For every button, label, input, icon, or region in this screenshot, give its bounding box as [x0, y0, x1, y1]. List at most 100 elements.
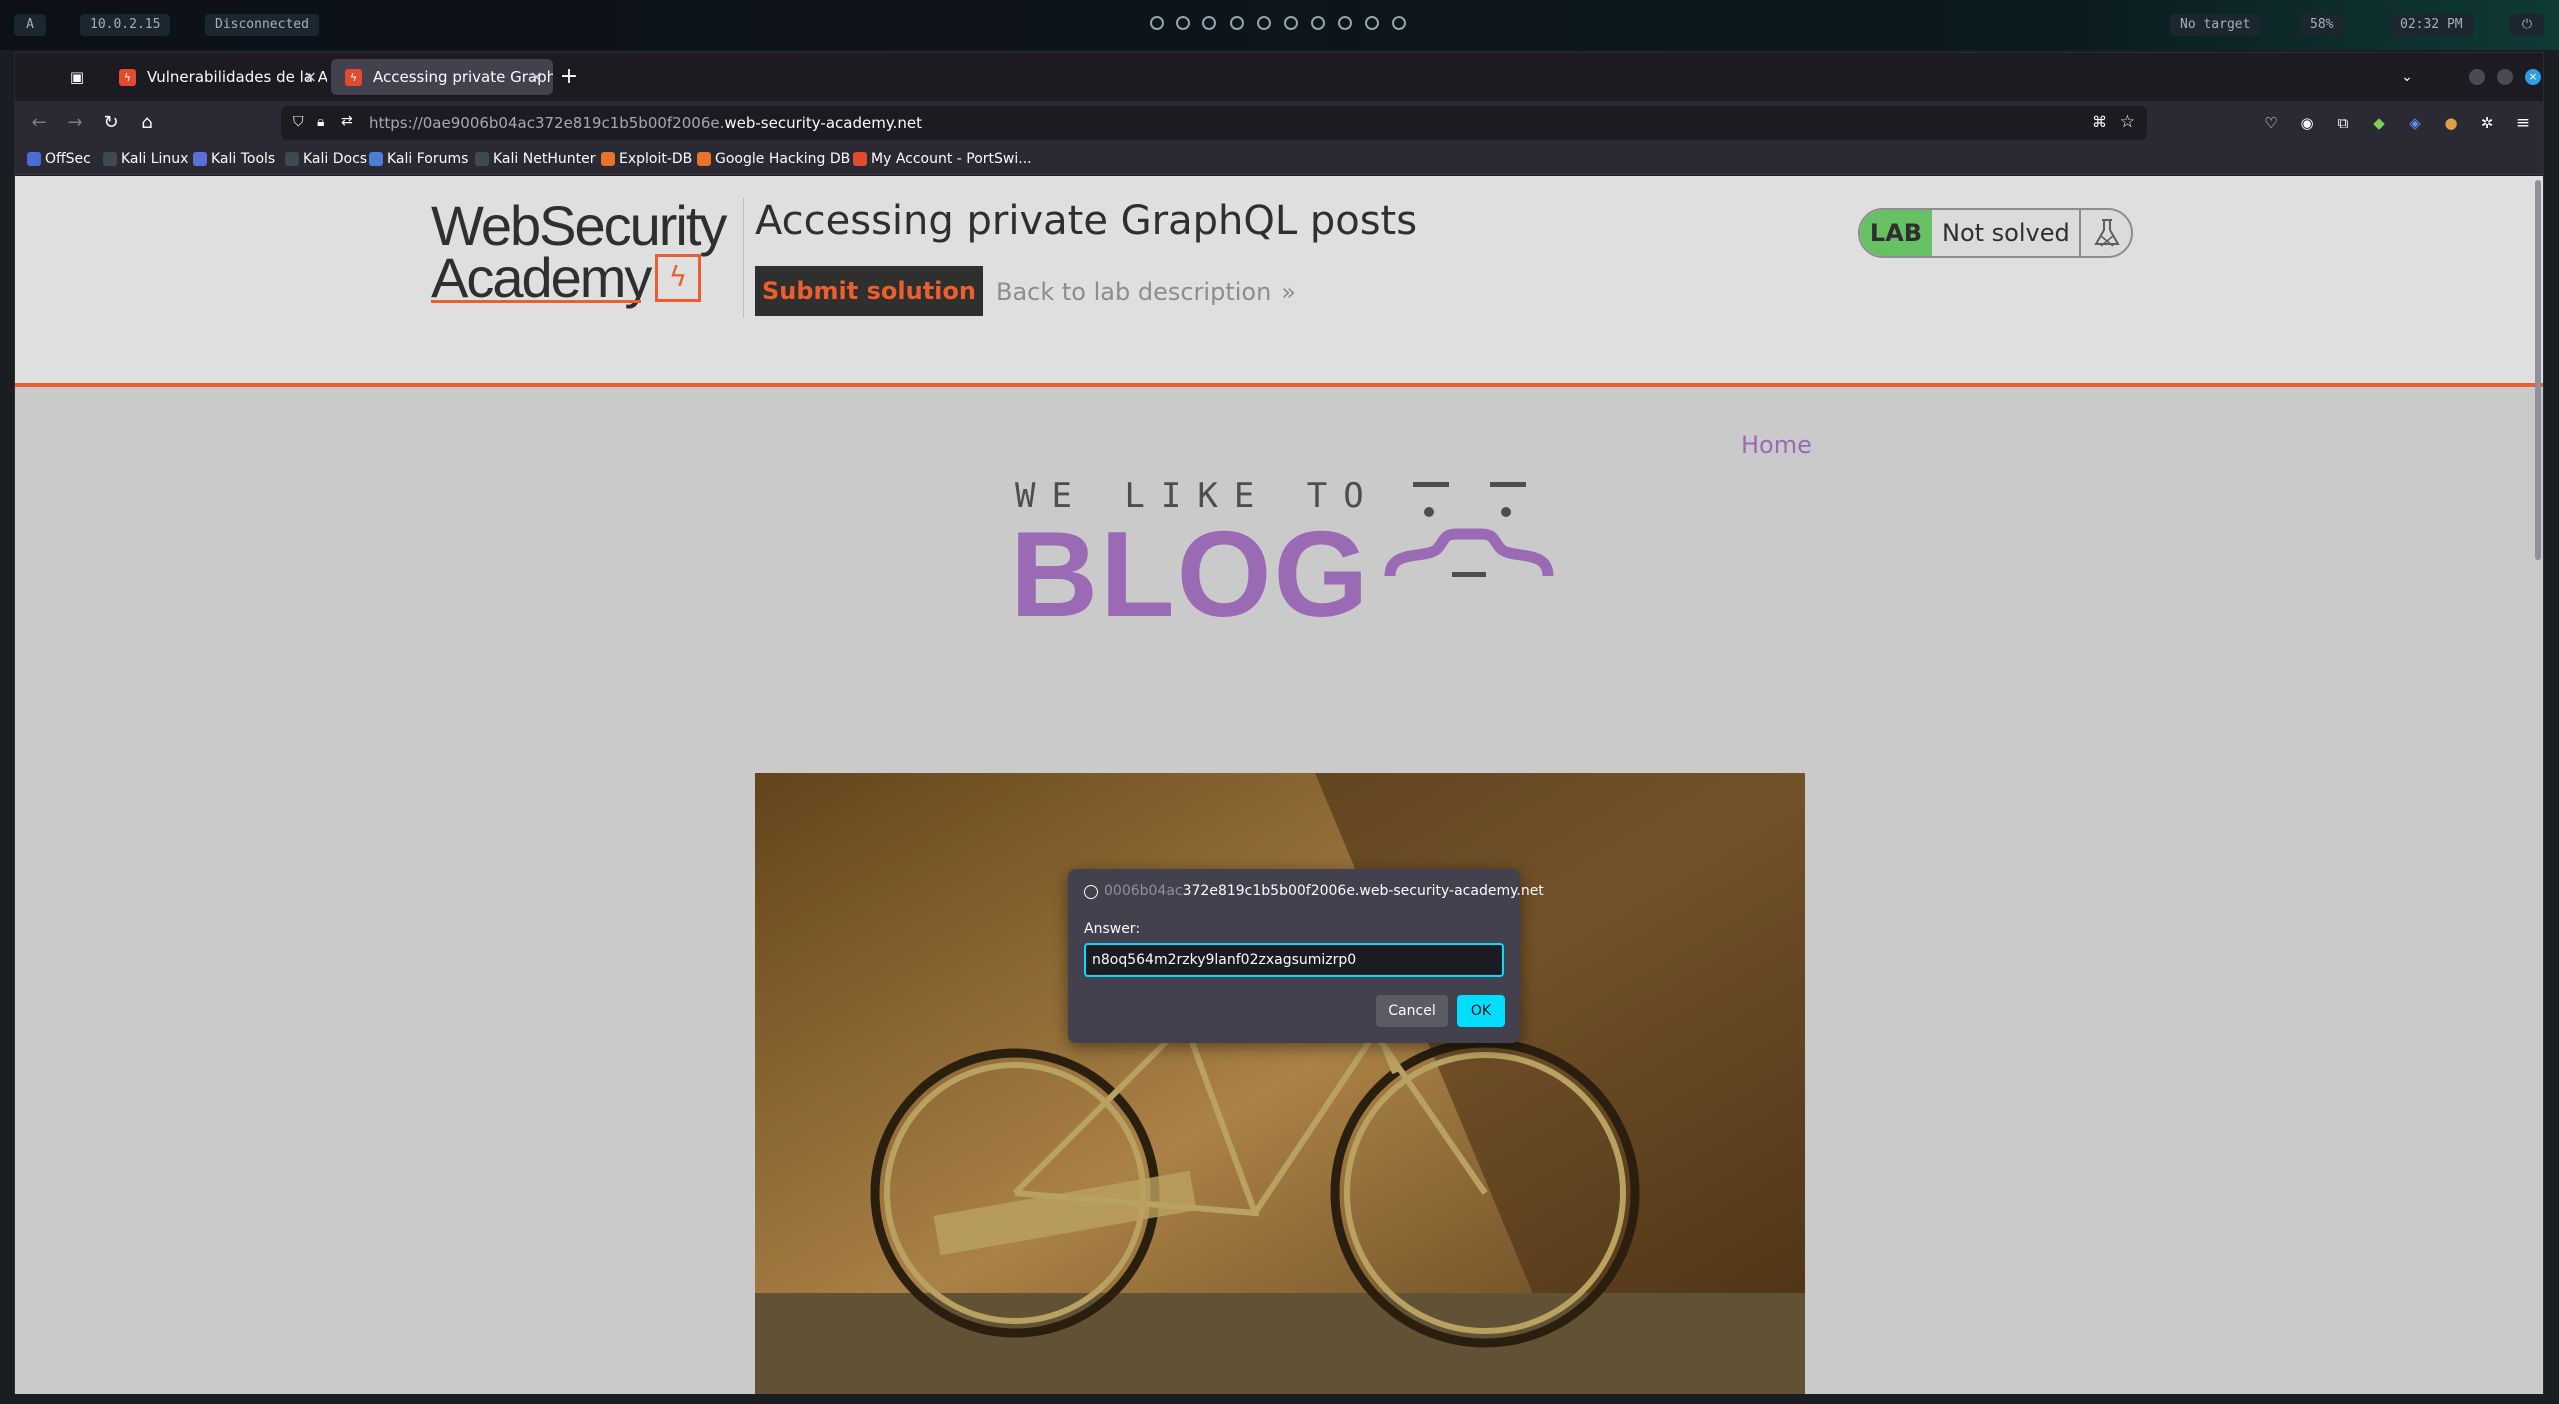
tab-graphql-lab[interactable]: ϟ Accessing private GraphQL × — [331, 59, 553, 95]
answer-input[interactable]: n8oq564m2rzky9lanf02zxagsumizrp0 — [1084, 943, 1504, 977]
bookmark-label: Kali NetHunter — [493, 151, 596, 167]
foxyproxy-icon[interactable]: ◆ — [2367, 111, 2391, 135]
bookmarks-toolbar: OffSec Kali Linux Kali Tools Kali Docs K… — [15, 145, 2543, 175]
ghdb-icon — [697, 152, 711, 166]
kali-menu-button[interactable]: A — [14, 14, 46, 36]
ok-button[interactable]: OK — [1457, 995, 1505, 1027]
ip-text: 10.0.2.15 — [90, 17, 161, 32]
workspace-icon-7[interactable] — [1311, 16, 1325, 30]
origin-text: 372e819c1b5b00f2006e.web-security-academ… — [1182, 883, 1544, 899]
lock-icon[interactable]: 🔒︎ — [317, 114, 324, 130]
system-panel: A 10.0.2.15 Disconnected No target 58% 0… — [0, 0, 2559, 50]
new-tab-button[interactable]: + — [557, 65, 581, 89]
workspace-icon-2[interactable] — [1176, 16, 1190, 30]
clock-text: 02:32 PM — [2400, 17, 2463, 32]
bookmark-label: OffSec — [45, 151, 91, 167]
exploit-db-icon — [601, 152, 615, 166]
bookmark-label: Kali Tools — [211, 151, 276, 167]
workspace-icon-8[interactable] — [1338, 16, 1352, 30]
workspace-icon-4[interactable] — [1230, 16, 1244, 30]
modal-backdrop — [15, 176, 2543, 1394]
workspace-icon-1[interactable] — [1150, 16, 1164, 30]
tab-list-icon[interactable]: ▣ — [65, 65, 89, 89]
kali-dragon-icon — [475, 152, 489, 166]
power-icon[interactable]: ⏻ — [2510, 14, 2544, 36]
close-tab-icon[interactable]: × — [304, 59, 317, 95]
workspace-icon-3[interactable] — [1202, 16, 1216, 30]
wappalyzer-icon[interactable]: ◈ — [2403, 111, 2427, 135]
bookmark-label: Google Hacking DB — [715, 151, 851, 167]
page-viewport: WebSecurity Academy ϟ Accessing private … — [15, 176, 2543, 1394]
window-close-button[interactable]: × — [2525, 69, 2541, 85]
volume-text: 58% — [2310, 17, 2334, 32]
bookmark-my-account[interactable]: My Account - PortSwi... — [853, 151, 1032, 167]
bookmark-label: Kali Linux — [121, 151, 189, 167]
bookmark-label: Exploit-DB — [619, 151, 693, 167]
bookmark-kali-docs[interactable]: Kali Docs — [285, 151, 367, 167]
address-bar[interactable]: ⛉ 🔒︎ ⇄ https://0ae9006b04ac372e819c1b5b0… — [281, 106, 2147, 140]
url-text: https://0ae9006b04ac372e819c1b5b00f2006e… — [369, 106, 922, 140]
menu-hamburger-icon[interactable]: ≡ — [2511, 111, 2535, 135]
bookmark-kali-nethunter[interactable]: Kali NetHunter — [475, 151, 595, 167]
puzzle-icon[interactable]: ✲ — [2475, 111, 2499, 135]
origin-faded-text: 0006b04ac — [1104, 883, 1183, 899]
offsec-icon — [27, 152, 41, 166]
tab-bar: ▣ ϟ Vulnerabilidades de la API × ϟ Acces… — [15, 53, 2543, 101]
account-icon[interactable]: ◉ — [2295, 111, 2319, 135]
url-prefix: https://0ae9006b04ac372e819c1b5b00f2006e… — [369, 114, 725, 132]
answer-label: Answer: — [1084, 921, 1141, 937]
portswigger-favicon: ϟ — [119, 69, 136, 86]
bookmark-google-hacking-db[interactable]: Google Hacking DB — [697, 151, 850, 167]
dialog-origin: 0006b04ac372e819c1b5b00f2006e.web-securi… — [1104, 883, 1544, 899]
maximize-button[interactable] — [2497, 69, 2513, 85]
workspace-icon-6[interactable] — [1284, 16, 1298, 30]
cookie-editor-icon[interactable]: ● — [2439, 111, 2463, 135]
bookmark-kali-forums[interactable]: Kali Forums — [369, 151, 468, 167]
kali-tools-icon — [193, 152, 207, 166]
kali-logo: A — [26, 17, 34, 32]
portswigger-favicon: ϟ — [345, 69, 362, 86]
home-icon[interactable]: ⌂ — [135, 111, 159, 135]
navigation-toolbar: ← → ↻ ⌂ ⛉ 🔒︎ ⇄ https://0ae9006b04ac372e8… — [15, 101, 2543, 145]
tab-label: Accessing private GraphQL — [373, 68, 553, 86]
bookmark-offsec[interactable]: OffSec — [27, 151, 91, 167]
bookmark-star-icon[interactable]: ☆ — [2120, 112, 2135, 132]
workspace-icon-5[interactable] — [1257, 16, 1271, 30]
tab-api-vulnerabilities[interactable]: ϟ Vulnerabilidades de la API × — [105, 59, 327, 95]
kali-dragon-icon — [285, 152, 299, 166]
bookmark-label: My Account - PortSwi... — [871, 151, 1032, 167]
target-text: No target — [2180, 17, 2251, 32]
tab-label: Vulnerabilidades de la API — [147, 68, 327, 86]
list-all-tabs-icon[interactable]: ⌄ — [2395, 65, 2419, 89]
reload-icon[interactable]: ↻ — [99, 111, 123, 135]
globe-icon — [1084, 885, 1098, 899]
vpn-indicator: Disconnected — [205, 14, 319, 36]
cancel-button[interactable]: Cancel — [1376, 995, 1448, 1027]
prompt-dialog: 0006b04ac372e819c1b5b00f2006e.web-securi… — [1068, 869, 1544, 1043]
pocket-icon[interactable]: ♡ — [2259, 111, 2283, 135]
forward-arrow-icon[interactable]: → — [63, 111, 87, 135]
volume-indicator[interactable]: 58% — [2300, 14, 2344, 36]
target-indicator[interactable]: No target — [2170, 14, 2261, 36]
url-domain: web-security-academy.net — [724, 114, 922, 132]
close-tab-icon[interactable]: × — [530, 59, 543, 95]
extensions-icon[interactable]: ⧉ — [2331, 111, 2355, 135]
translate-icon[interactable]: ⌘ — [2092, 113, 2107, 131]
kali-forums-icon — [369, 152, 383, 166]
ip-indicator: 10.0.2.15 — [80, 14, 171, 36]
kali-dragon-icon — [103, 152, 117, 166]
page-scrollbar[interactable] — [2535, 180, 2541, 560]
tracking-shield-icon[interactable]: ⛉ — [293, 114, 304, 130]
back-arrow-icon[interactable]: ← — [27, 111, 51, 135]
bookmark-label: Kali Docs — [303, 151, 368, 167]
bookmark-exploit-db[interactable]: Exploit-DB — [601, 151, 692, 167]
vpn-text: Disconnected — [215, 17, 309, 32]
workspace-icon-10[interactable] — [1392, 16, 1406, 30]
bookmark-kali-linux[interactable]: Kali Linux — [103, 151, 188, 167]
browser-window: ▣ ϟ Vulnerabilidades de la API × ϟ Acces… — [14, 52, 2544, 1394]
minimize-button[interactable] — [2469, 69, 2485, 85]
permissions-icon[interactable]: ⇄ — [341, 113, 353, 129]
clock: 02:32 PM — [2390, 14, 2473, 36]
bookmark-kali-tools[interactable]: Kali Tools — [193, 151, 275, 167]
workspace-icon-9[interactable] — [1365, 16, 1379, 30]
